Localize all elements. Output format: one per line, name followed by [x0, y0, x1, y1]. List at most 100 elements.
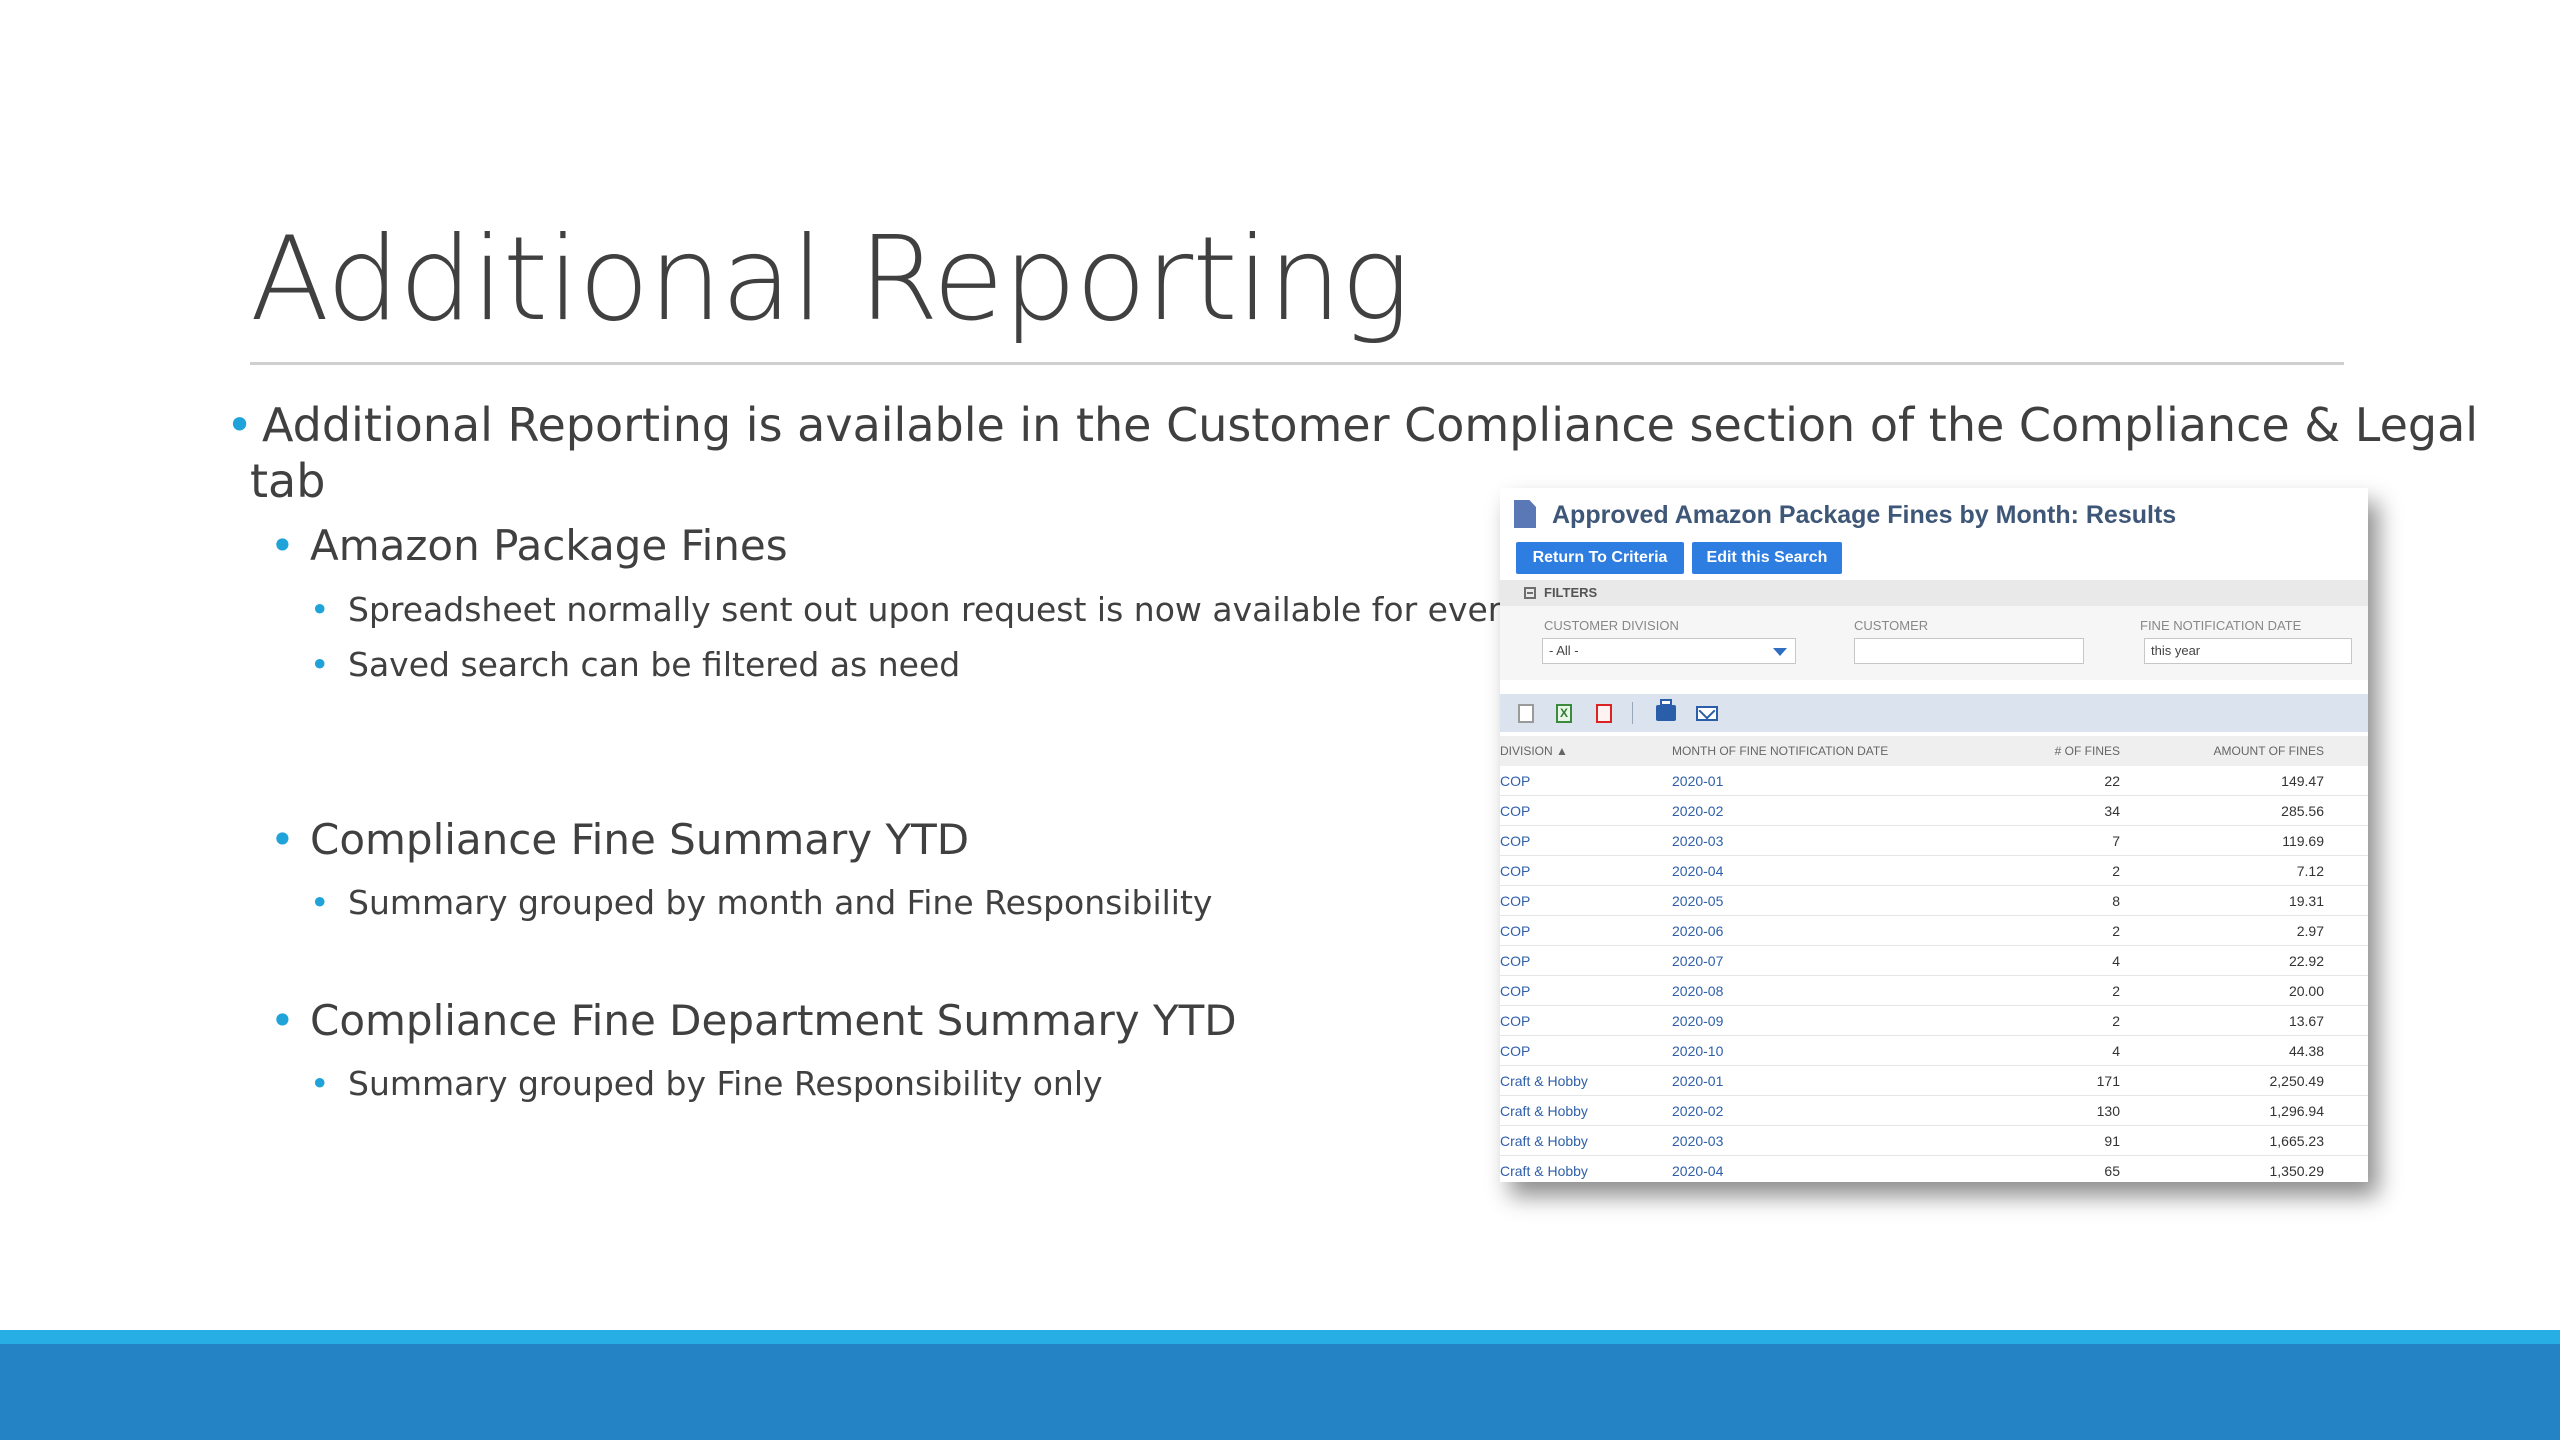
division-link[interactable]: COP: [1500, 1043, 1530, 1059]
fine-amount: 20.00: [2288, 983, 2324, 999]
month-link[interactable]: 2020-08: [1672, 983, 1723, 999]
bullet-dot: •: [310, 1064, 330, 1103]
fine-amount: 7.12: [2296, 863, 2324, 879]
bullet-dot: •: [270, 996, 295, 1045]
footer-bar: [0, 1330, 2560, 1440]
report-header: Approved Amazon Package Fines by Month: …: [1500, 488, 2368, 544]
division-link[interactable]: COP: [1500, 923, 1530, 939]
fine-count: 2: [2112, 923, 2120, 939]
table-row: Craft & Hobby 2020-01 171 2,250.49: [1500, 1066, 2368, 1096]
month-link[interactable]: 2020-02: [1672, 1103, 1723, 1119]
intro-bullet-text: Additional Reporting is available in the…: [262, 398, 2479, 452]
fine-amount: 1,350.29: [2269, 1163, 2325, 1179]
month-link[interactable]: 2020-09: [1672, 1013, 1723, 1029]
section-item: Summary grouped by Fine Responsibility o…: [348, 1064, 1103, 1103]
fine-count: 130: [2096, 1103, 2120, 1119]
excel-icon[interactable]: [1556, 704, 1572, 723]
division-link[interactable]: COP: [1500, 863, 1530, 879]
month-link[interactable]: 2020-01: [1672, 1073, 1723, 1089]
month-link[interactable]: 2020-03: [1672, 833, 1723, 849]
toolbar-divider: [1632, 702, 1633, 724]
footer-stripe: [0, 1330, 2560, 1344]
table-row: Craft & Hobby 2020-03 91 1,665.23: [1500, 1126, 2368, 1156]
fine-count: 4: [2112, 953, 2120, 969]
table-row: COP 2020-07 4 22.92: [1500, 946, 2368, 976]
division-link[interactable]: COP: [1500, 833, 1530, 849]
print-icon[interactable]: [1656, 699, 1676, 721]
fine-count: 34: [2104, 803, 2120, 819]
division-link[interactable]: Craft & Hobby: [1500, 1133, 1588, 1149]
customer-label: CUSTOMER: [1854, 618, 1929, 633]
fine-date-label: FINE NOTIFICATION DATE: [2140, 618, 2302, 633]
column-count[interactable]: # OF FINES: [2055, 744, 2120, 758]
table-row: COP 2020-05 8 19.31: [1500, 886, 2368, 916]
month-link[interactable]: 2020-06: [1672, 923, 1723, 939]
division-link[interactable]: COP: [1500, 1013, 1530, 1029]
section-item: Spreadsheet normally sent out upon reque…: [348, 590, 1583, 629]
fine-count: 2: [2112, 983, 2120, 999]
fine-date-input[interactable]: this year: [2144, 638, 2352, 664]
bullet-dot: •: [310, 590, 330, 629]
fine-amount: 22.92: [2288, 953, 2324, 969]
slide-title: Additional Reporting: [250, 212, 1410, 347]
fine-amount: 44.38: [2288, 1043, 2324, 1059]
fine-amount: 2,250.49: [2269, 1073, 2325, 1089]
filters-bar[interactable]: FILTERS: [1500, 580, 2368, 606]
table-row: COP 2020-06 2 2.97: [1500, 916, 2368, 946]
table-row: COP 2020-04 2 7.12: [1500, 856, 2368, 886]
pdf-icon[interactable]: [1596, 704, 1612, 723]
division-link[interactable]: COP: [1500, 953, 1530, 969]
collapse-icon[interactable]: [1524, 587, 1536, 599]
month-link[interactable]: 2020-10: [1672, 1043, 1723, 1059]
division-link[interactable]: COP: [1500, 983, 1530, 999]
month-link[interactable]: 2020-07: [1672, 953, 1723, 969]
fine-amount: 119.69: [2282, 833, 2324, 849]
fine-amount: 285.56: [2281, 803, 2324, 819]
month-link[interactable]: 2020-04: [1672, 863, 1723, 879]
bullet-dot: •: [310, 645, 330, 684]
fine-count: 22: [2104, 773, 2120, 789]
month-link[interactable]: 2020-03: [1672, 1133, 1723, 1149]
table-row: COP 2020-10 4 44.38: [1500, 1036, 2368, 1066]
title-divider: [250, 362, 2344, 365]
division-link[interactable]: Craft & Hobby: [1500, 1103, 1588, 1119]
division-link[interactable]: COP: [1500, 773, 1530, 789]
table-body: COP 2020-01 22 149.47 COP 2020-02 34 285.56 COP 2…: [1500, 766, 2368, 1182]
return-to-criteria-button[interactable]: Return To Criteria: [1516, 542, 1684, 574]
intro-bullet-text-continued: tab: [250, 454, 326, 508]
month-link[interactable]: 2020-05: [1672, 893, 1723, 909]
section-heading-department-summary: Compliance Fine Department Summary YTD: [310, 996, 1237, 1045]
fine-amount: 13.67: [2288, 1013, 2324, 1029]
table-row: COP 2020-03 7 119.69: [1500, 826, 2368, 856]
customer-input[interactable]: [1854, 638, 2084, 664]
bullet-dot: •: [310, 883, 330, 922]
division-link[interactable]: Craft & Hobby: [1500, 1163, 1588, 1179]
month-link[interactable]: 2020-02: [1672, 803, 1723, 819]
fine-count: 7: [2112, 833, 2120, 849]
column-amount[interactable]: AMOUNT OF FINES: [2214, 744, 2324, 758]
table-row: COP 2020-02 34 285.56: [1500, 796, 2368, 826]
customer-division-label: CUSTOMER DIVISION: [1544, 618, 1679, 633]
edit-search-button[interactable]: Edit this Search: [1692, 542, 1842, 574]
table-row: COP 2020-09 2 13.67: [1500, 1006, 2368, 1036]
fine-amount: 149.47: [2281, 773, 2324, 789]
fine-count: 2: [2112, 1013, 2120, 1029]
section-item: Saved search can be filtered as need: [348, 645, 961, 684]
column-month[interactable]: MONTH OF FINE NOTIFICATION DATE: [1672, 744, 1888, 758]
column-division[interactable]: DIVISION ▲: [1500, 744, 1568, 758]
division-link[interactable]: Craft & Hobby: [1500, 1073, 1588, 1089]
document-icon[interactable]: [1518, 704, 1534, 723]
section-item: Summary grouped by month and Fine Respon…: [348, 883, 1213, 922]
bullet-dot: •: [270, 815, 295, 864]
email-icon[interactable]: [1696, 706, 1718, 721]
fine-count: 91: [2104, 1133, 2120, 1149]
customer-division-select[interactable]: - All -: [1542, 638, 1796, 664]
month-link[interactable]: 2020-04: [1672, 1163, 1723, 1179]
table-row: Craft & Hobby 2020-02 130 1,296.94: [1500, 1096, 2368, 1126]
division-link[interactable]: COP: [1500, 893, 1530, 909]
month-link[interactable]: 2020-01: [1672, 773, 1723, 789]
fine-amount: 1,665.23: [2269, 1133, 2325, 1149]
division-link[interactable]: COP: [1500, 803, 1530, 819]
table-row: Craft & Hobby 2020-04 65 1,350.29: [1500, 1156, 2368, 1182]
chevron-down-icon: [1773, 648, 1787, 656]
